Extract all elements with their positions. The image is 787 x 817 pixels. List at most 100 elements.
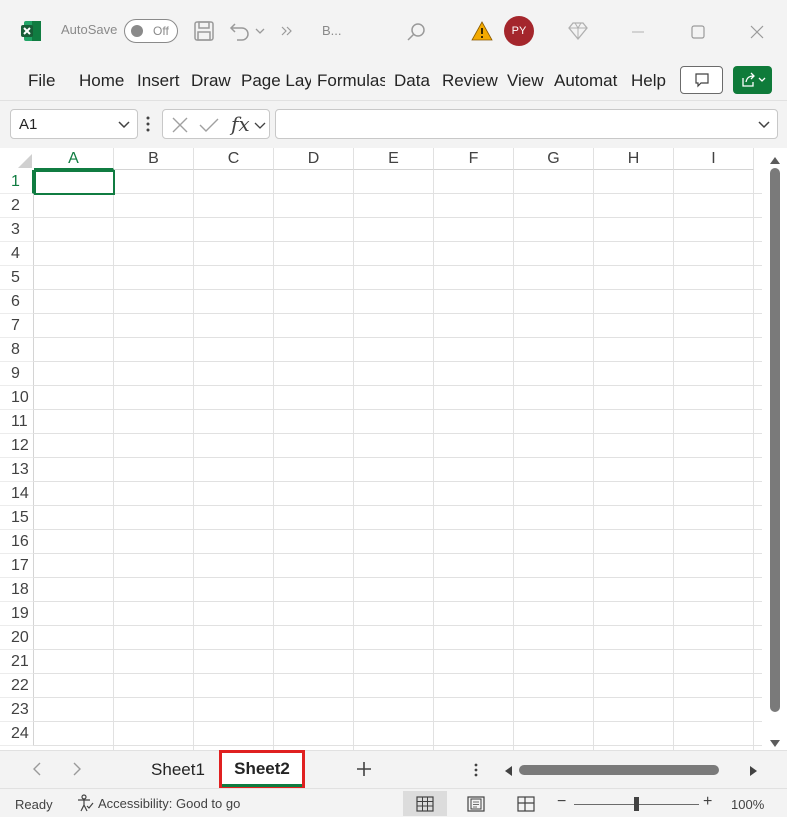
expand-formula-chevron-icon[interactable] [757,117,771,136]
scroll-right-icon[interactable] [749,764,759,782]
chevron-down-icon[interactable] [117,117,131,136]
column-header-i[interactable]: I [674,148,754,170]
formula-actions: fx [162,109,270,139]
zoom-level[interactable]: 100% [731,797,764,812]
zoom-out-button[interactable]: − [557,793,566,811]
row-header-1[interactable]: 1 [0,170,34,194]
page-break-icon [517,795,535,812]
row-header-17[interactable]: 17 [0,554,34,578]
row-header-20[interactable]: 20 [0,626,34,650]
horizontal-scroll-thumb[interactable] [519,765,719,775]
share-button[interactable] [733,66,772,94]
row-header-6[interactable]: 6 [0,290,34,314]
insert-function-button[interactable]: fx [231,112,250,136]
accessibility-checker[interactable]: Accessibility: Good to go [76,794,240,812]
comments-button[interactable] [680,66,723,94]
column-header-d[interactable]: D [274,148,354,170]
zoom-slider-thumb[interactable] [634,797,639,811]
row-header-13[interactable]: 13 [0,458,34,482]
zoom-in-button[interactable]: + [703,793,712,811]
row-header-10[interactable]: 10 [0,386,34,410]
row-header-8[interactable]: 8 [0,338,34,362]
tab-draw[interactable]: Draw [191,71,231,91]
title-bar: AutoSave Off B... PY [0,0,787,62]
save-icon[interactable] [192,19,216,43]
row-header-23[interactable]: 23 [0,698,34,722]
cancel-icon[interactable] [171,116,189,139]
scroll-left-icon[interactable] [503,764,513,782]
tab-formulas[interactable]: Formulas [317,71,385,91]
prev-sheet-icon[interactable] [30,761,44,782]
tab-automate[interactable]: Automat [554,71,622,91]
column-header-f[interactable]: F [434,148,514,170]
tab-file[interactable]: File [28,71,55,91]
maximize-icon[interactable] [686,20,710,44]
column-header-h[interactable]: H [594,148,674,170]
row-header-19[interactable]: 19 [0,602,34,626]
undo-chevron-down-icon[interactable] [254,25,266,37]
row-header-11[interactable]: 11 [0,410,34,434]
row-header-5[interactable]: 5 [0,266,34,290]
row-header-22[interactable]: 22 [0,674,34,698]
row-header-16[interactable]: 16 [0,530,34,554]
row-header-4[interactable]: 4 [0,242,34,266]
warning-icon[interactable] [470,19,494,43]
tab-home[interactable]: Home [79,71,124,91]
column-header-b[interactable]: B [114,148,194,170]
scroll-down-icon[interactable] [769,736,781,750]
select-all-corner[interactable] [0,148,34,170]
row-header-14[interactable]: 14 [0,482,34,506]
formula-bar: A1 fx [0,100,787,148]
row-header-7[interactable]: 7 [0,314,34,338]
workbook-name[interactable]: B... [322,23,342,38]
column-header-c[interactable]: C [194,148,274,170]
ribbon-tab-bar: File Home Insert Draw Page Lay Formulas … [0,62,787,100]
autosave-toggle[interactable]: Off [124,19,178,43]
name-box-value: A1 [19,116,38,133]
undo-icon[interactable] [228,19,252,43]
tab-view[interactable]: View [507,71,544,91]
row-header-24[interactable]: 24 [0,722,34,746]
page-break-view-button[interactable] [504,791,548,816]
sheet-tab-sheet1[interactable]: Sheet1 [141,753,215,787]
close-icon[interactable] [745,20,769,44]
normal-view-button[interactable] [403,791,447,816]
diamond-icon[interactable] [566,19,590,43]
cell-grid[interactable] [34,170,762,750]
fx-chevron-down-icon[interactable] [253,118,267,137]
more-commands-icon[interactable] [280,24,294,38]
more-options-icon[interactable] [145,115,151,138]
tab-data[interactable]: Data [394,71,430,91]
row-header-3[interactable]: 3 [0,218,34,242]
column-header-e[interactable]: E [354,148,434,170]
active-cell[interactable] [34,170,115,195]
sheet-tab-sheet2[interactable]: Sheet2 [219,750,305,790]
formula-input[interactable] [275,109,778,139]
search-icon[interactable] [404,20,428,44]
row-header-18[interactable]: 18 [0,578,34,602]
tab-page-layout[interactable]: Page Lay [241,71,311,91]
row-header-15[interactable]: 15 [0,506,34,530]
column-header-g[interactable]: G [514,148,594,170]
avatar[interactable]: PY [504,16,534,46]
vertical-scroll-thumb[interactable] [770,168,780,712]
minimize-icon[interactable] [626,20,650,44]
name-box[interactable]: A1 [10,109,138,139]
tab-review[interactable]: Review [442,71,498,91]
page-layout-icon [467,795,485,812]
column-header-a[interactable]: A [34,148,114,170]
row-header-21[interactable]: 21 [0,650,34,674]
tab-help[interactable]: Help [631,71,666,91]
vertical-scrollbar[interactable] [762,148,787,750]
sheet-options-icon[interactable] [473,762,479,783]
add-sheet-icon[interactable] [354,759,374,784]
next-sheet-icon[interactable] [70,761,84,782]
row-header-2[interactable]: 2 [0,194,34,218]
row-header-12[interactable]: 12 [0,434,34,458]
tab-insert[interactable]: Insert [137,71,180,91]
enter-check-icon[interactable] [199,116,219,139]
page-layout-view-button[interactable] [454,791,498,816]
excel-logo-icon [19,19,43,43]
accessibility-icon [78,794,94,812]
row-header-9[interactable]: 9 [0,362,34,386]
